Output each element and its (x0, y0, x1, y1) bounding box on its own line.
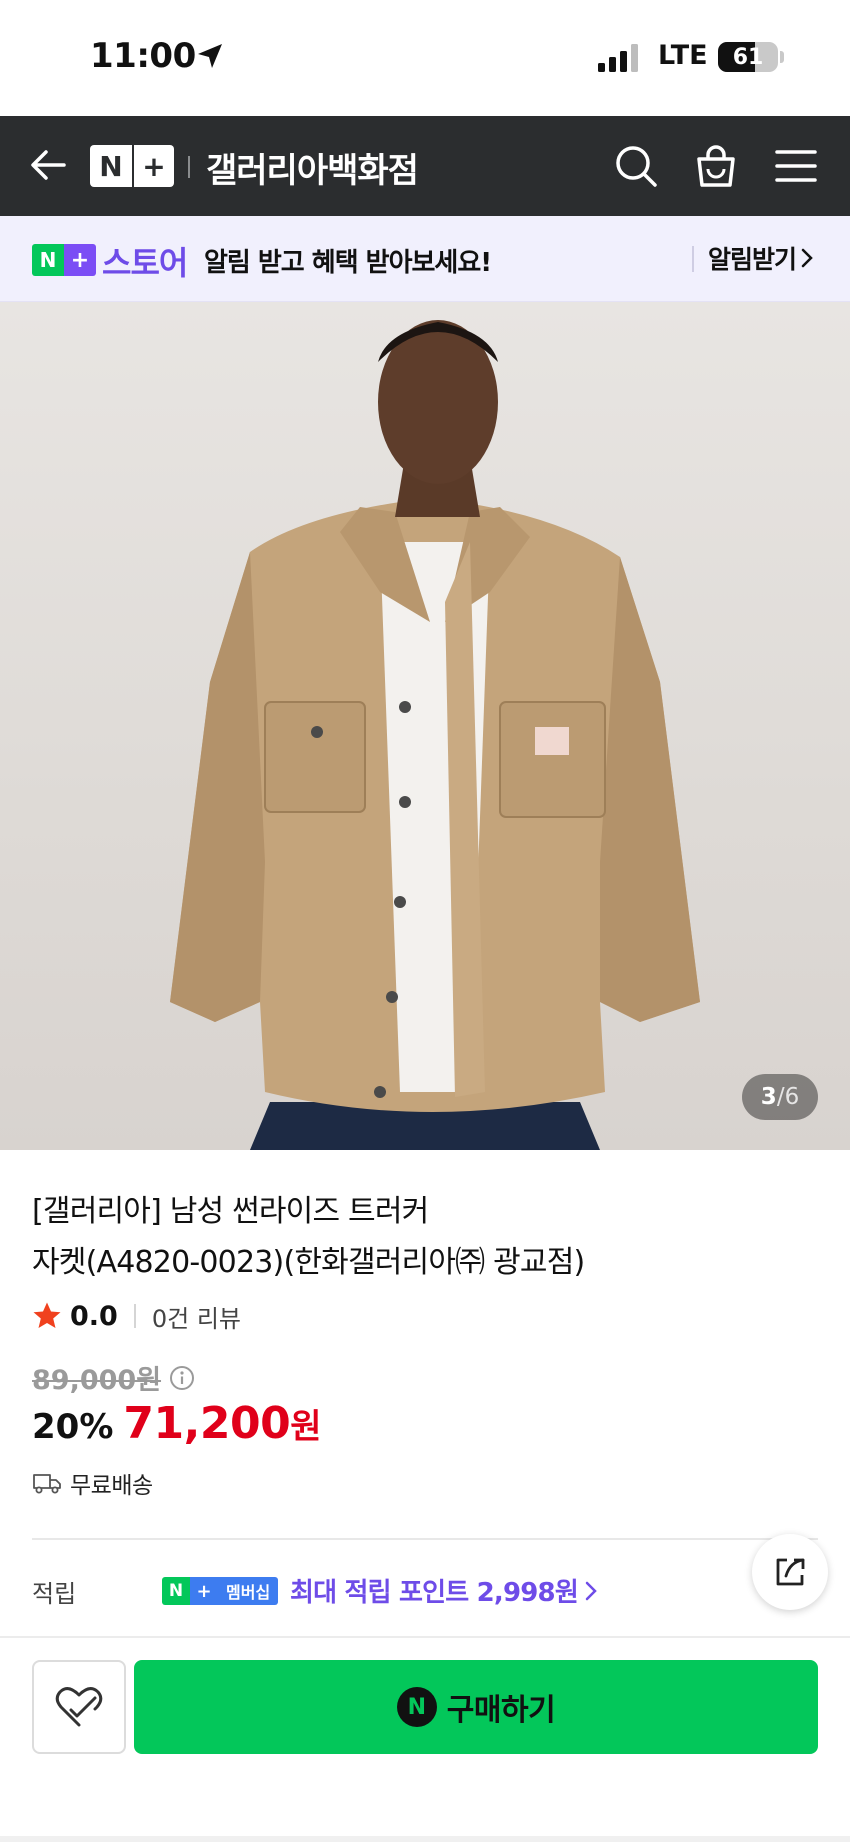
shipping-label: 무료배송 (70, 1473, 153, 1499)
shopping-bag-icon[interactable] (692, 142, 740, 190)
image-counter: 3 / 6 (742, 1074, 818, 1120)
share-icon (776, 1558, 805, 1586)
notification-divider (692, 246, 694, 272)
product-title-line1: [갤러리아] 남성 썬라이즈 트러커 (32, 1194, 429, 1229)
naver-pay-icon: N (396, 1687, 437, 1727)
info-icon[interactable] (169, 1365, 195, 1391)
membership-badge: N + 멤버십 (162, 1577, 279, 1605)
battery-icon: 61 (718, 42, 778, 72)
share-button[interactable] (752, 1534, 828, 1610)
image-counter-separator: / (776, 1084, 785, 1110)
store-label: 스토어 (102, 244, 188, 282)
logo-plus: + (132, 145, 174, 187)
original-price-value: 89,000원 (32, 1365, 162, 1396)
truck-icon (33, 1474, 61, 1494)
badge-plus: + (190, 1577, 218, 1605)
chevron-right-icon (801, 248, 813, 268)
logo-n: N (99, 149, 123, 183)
points-text: 최대 적립 포인트 2,998원 (290, 1578, 579, 1608)
product-image[interactable]: 3 / 6 (0, 302, 850, 1150)
badge-membership: 멤버십 (218, 1577, 279, 1605)
back-arrow-icon[interactable] (28, 145, 68, 185)
header-divider (188, 156, 190, 178)
naver-plus-logo[interactable]: N + (90, 145, 174, 187)
notification-banner[interactable]: N + 스토어 알림 받고 혜택 받아보세요! 알림받기 (0, 216, 850, 302)
status-bar: 11:00 LTE 61 (0, 0, 850, 116)
heart-check-icon (55, 1687, 103, 1727)
signal-icon (598, 44, 638, 72)
notification-subscribe-button[interactable]: 알림받기 (708, 240, 814, 276)
original-price: 89,000원 (32, 1358, 195, 1397)
points-label: 적립 (32, 1580, 77, 1608)
image-counter-current: 3 (760, 1084, 777, 1110)
location-arrow-icon (198, 44, 222, 68)
product-title: [갤러리아] 남성 썬라이즈 트러커 자켓(A4820-0023)(한화갤러리아… (32, 1186, 732, 1288)
sale-price-row: 20% 71,200 원 (32, 1398, 321, 1449)
image-counter-total: 6 (784, 1084, 800, 1110)
search-icon[interactable] (612, 142, 660, 190)
logo-n: N (32, 244, 64, 276)
buy-button-label: 구매하기 (446, 1693, 556, 1728)
menu-icon[interactable] (772, 142, 820, 190)
points-link[interactable]: 최대 적립 포인트 2,998원 (290, 1572, 598, 1609)
badge-n: N (162, 1577, 190, 1605)
product-title-line2: 자켓(A4820-0023)(한화갤러리아㈜ 광교점) (32, 1245, 585, 1280)
discount-rate: 20% (32, 1407, 114, 1447)
star-icon (33, 1302, 61, 1328)
store-name[interactable]: 갤러리아백화점 (206, 143, 419, 192)
rating-score: 0.0 (70, 1300, 118, 1332)
rating-divider (133, 1304, 136, 1328)
naver-plus-store-logo: N + (32, 244, 96, 276)
store-header: N + 갤러리아백화점 (0, 116, 850, 216)
wishlist-button[interactable] (32, 1660, 126, 1754)
battery-percent: 61 (732, 44, 764, 70)
buy-button[interactable]: N 구매하기 (134, 1660, 818, 1754)
notification-cta-label: 알림받기 (708, 245, 797, 274)
battery-cap (780, 51, 784, 63)
chevron-right-icon (585, 1581, 597, 1600)
review-count[interactable]: 0건 리뷰 (152, 1299, 241, 1334)
home-indicator-area (0, 1836, 850, 1842)
sale-price: 71,200 (123, 1398, 291, 1449)
shipping-info: 무료배송 (32, 1466, 153, 1500)
status-time: 11:00 (90, 36, 196, 76)
network-type: LTE (658, 40, 708, 71)
section-divider (32, 1538, 818, 1540)
currency-unit: 원 (290, 1407, 322, 1447)
product-photo-illustration (170, 320, 700, 1150)
notification-message: 알림 받고 혜택 받아보세요! (204, 248, 492, 278)
rating-summary[interactable]: 0.0 0건 리뷰 (32, 1296, 241, 1336)
logo-plus: + (64, 244, 96, 276)
bottom-bar-divider (0, 1636, 850, 1638)
